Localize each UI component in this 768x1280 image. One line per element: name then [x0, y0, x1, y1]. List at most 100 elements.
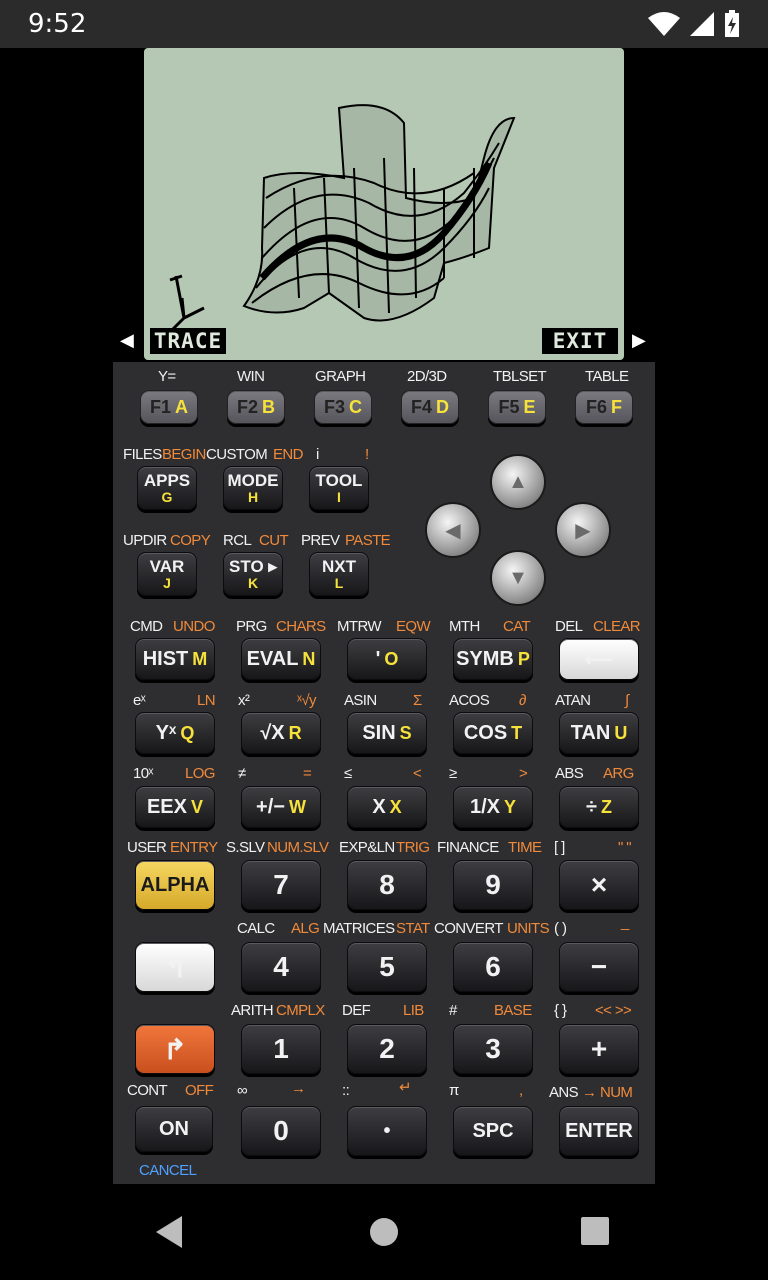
key-7[interactable]: 7 — [241, 860, 321, 910]
key-eex[interactable]: EEX V — [135, 786, 215, 828]
key-0[interactable]: 0 — [241, 1106, 321, 1156]
key-6[interactable]: 6 — [453, 942, 533, 992]
key-3[interactable]: 3 — [453, 1024, 533, 1074]
shift-label: ACOS — [449, 692, 490, 709]
key-label: STO ▸ — [229, 556, 277, 576]
key-tool[interactable]: TOOL I — [309, 466, 369, 510]
shift-label: CONT — [127, 1082, 168, 1099]
shift-label: MTH — [449, 618, 480, 635]
shift-label: ↵ — [399, 1079, 412, 1096]
shift-label: CMD — [130, 618, 163, 635]
key-f1[interactable]: F1 A — [140, 390, 198, 424]
shift-label: 2D/3D — [407, 368, 447, 385]
key-symb[interactable]: SYMB P — [453, 638, 533, 680]
key-label: √X — [260, 721, 285, 744]
key-f2[interactable]: F2 B — [227, 390, 285, 424]
key-alpha-label: K — [247, 574, 259, 591]
battery-charging-icon — [725, 10, 739, 37]
shift-label: ≤ — [344, 765, 352, 782]
key-1[interactable]: 1 — [241, 1024, 321, 1074]
key-alpha-label: N — [302, 648, 316, 669]
shift-label: ∫ — [625, 692, 629, 709]
key-f4[interactable]: F4 D — [401, 390, 459, 424]
wifi-icon — [648, 12, 680, 36]
key--[interactable]: × — [559, 860, 639, 910]
key-alpha-label: O — [384, 648, 399, 669]
key--[interactable]: • — [347, 1106, 427, 1156]
key-hist[interactable]: HIST M — [135, 638, 215, 680]
key--[interactable]: ↰ — [135, 942, 215, 992]
key-9[interactable]: 9 — [453, 860, 533, 910]
3d-wireframe-plot — [169, 104, 516, 332]
softkey-left-arrow-icon[interactable]: ◀ — [120, 330, 134, 351]
shift-label: CLEAR — [593, 618, 641, 635]
key-cos[interactable]: COS T — [453, 712, 533, 754]
recents-icon[interactable] — [580, 1216, 610, 1246]
dpad-up[interactable]: ▲ — [490, 454, 546, 510]
key-mode[interactable]: MODE H — [223, 466, 283, 510]
key-sin[interactable]: SIN S — [347, 712, 427, 754]
shift-label: ATAN — [555, 692, 591, 709]
dpad-down[interactable]: ▼ — [490, 550, 546, 606]
key-label: F6 — [585, 396, 607, 417]
key--[interactable]: +/− W — [241, 786, 321, 828]
shift-label: , — [519, 1082, 523, 1099]
key-f3[interactable]: F3 C — [314, 390, 372, 424]
shift-label: S.SLV — [226, 839, 265, 856]
shift-label: CMPLX — [276, 1002, 325, 1019]
dpad-left[interactable]: ◀ — [425, 502, 481, 558]
dpad-right[interactable]: ▶ — [555, 502, 611, 558]
shift-label: ARG — [603, 765, 634, 782]
key-enter[interactable]: ENTER — [559, 1106, 639, 1156]
key--[interactable]: ↱ — [135, 1024, 215, 1074]
shift-label: TABLE — [585, 368, 629, 385]
key-apps[interactable]: APPS G — [137, 466, 197, 510]
shift-label: TBLSET — [493, 368, 547, 385]
key-alpha-label: X — [389, 796, 402, 817]
key-y-[interactable]: Yˣ Q — [135, 712, 215, 754]
shift-label: BEGIN — [162, 446, 206, 463]
key-label: × — [590, 869, 608, 900]
key--[interactable]: ÷ Z — [559, 786, 639, 828]
shift-label: WIN — [237, 368, 265, 385]
key-1-x[interactable]: 1/X Y — [453, 786, 533, 828]
key-5[interactable]: 5 — [347, 942, 427, 992]
key-f5[interactable]: F5 E — [488, 390, 546, 424]
key-2[interactable]: 2 — [347, 1024, 427, 1074]
key--[interactable]: ⟵ — [559, 638, 639, 680]
softkey-exit[interactable]: EXIT — [542, 328, 618, 354]
key-8[interactable]: 8 — [347, 860, 427, 910]
back-icon[interactable] — [152, 1214, 188, 1250]
shift-label: Y= — [158, 368, 176, 385]
key-x[interactable]: XX — [347, 786, 427, 828]
key-f6[interactable]: F6 F — [575, 390, 633, 424]
shift-label: NUM.SLV — [267, 839, 329, 856]
key-tan[interactable]: TAN U — [559, 712, 639, 754]
key-nxt[interactable]: NXT L — [309, 552, 369, 596]
home-icon[interactable] — [368, 1216, 400, 1248]
key-alpha-label: U — [614, 722, 628, 743]
key-label: F4 — [410, 396, 432, 417]
key--[interactable]: + — [559, 1024, 639, 1074]
shift-label: TRIG — [396, 839, 430, 856]
key-label: ↰ — [163, 951, 187, 983]
shift-label: MTRW — [337, 618, 382, 635]
key-sto-[interactable]: STO ▸ K — [223, 552, 283, 596]
key--x[interactable]: √X R — [241, 712, 321, 754]
softkey-trace[interactable]: TRACE — [150, 328, 226, 354]
key-on[interactable]: ON — [135, 1106, 213, 1152]
key-var[interactable]: VAR J — [137, 552, 197, 596]
key-4[interactable]: 4 — [241, 942, 321, 992]
key-alpha[interactable]: ALPHA — [135, 860, 215, 910]
key-alpha-label: I — [337, 488, 341, 505]
shift-label: ANS — [549, 1084, 579, 1101]
key--[interactable]: − — [559, 942, 639, 992]
key-label: HIST — [142, 647, 189, 670]
key-label: VAR — [149, 556, 185, 576]
key-spc[interactable]: SPC — [453, 1106, 533, 1156]
softkey-right-arrow-icon[interactable]: ▶ — [632, 330, 646, 351]
key-label: 0 — [273, 1115, 289, 1146]
key--[interactable]: ' O — [347, 638, 427, 680]
key-eval[interactable]: EVAL N — [241, 638, 321, 680]
key-label: + — [590, 1033, 608, 1064]
